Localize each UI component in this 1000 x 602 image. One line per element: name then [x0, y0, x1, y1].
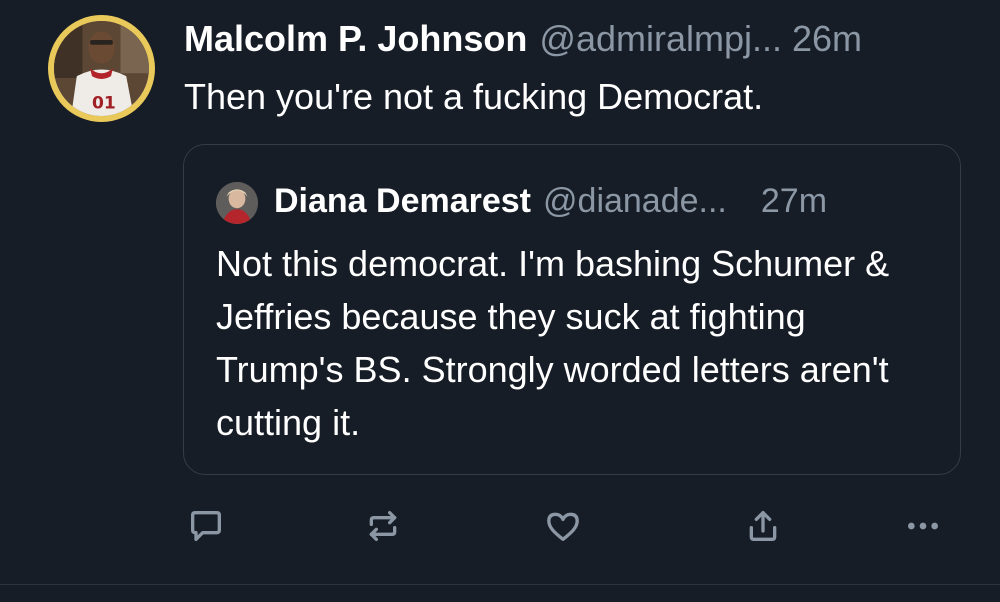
reply-button[interactable]: [180, 500, 232, 552]
quoted-author-avatar[interactable]: [216, 182, 258, 224]
reply-icon: [191, 510, 221, 541]
author-handle[interactable]: @admiralmpj...: [539, 16, 782, 62]
like-button[interactable]: [537, 500, 589, 552]
quoted-post[interactable]: Diana Demarest @dianade... 27m Not this …: [183, 144, 961, 475]
post-timestamp[interactable]: 26m: [792, 16, 862, 62]
quoted-post-timestamp[interactable]: 27m: [761, 180, 827, 222]
post[interactable]: 01 Malcolm P. Johnson @admiralmpj... 26m…: [0, 0, 1000, 602]
post-header: Malcolm P. Johnson @admiralmpj... 26m: [184, 16, 862, 62]
svg-text:01: 01: [92, 93, 116, 113]
quoted-author-name[interactable]: Diana Demarest: [274, 180, 531, 222]
more-button[interactable]: [897, 500, 949, 552]
quoted-author-handle[interactable]: @dianade...: [543, 180, 727, 222]
share-button[interactable]: [737, 500, 789, 552]
author-name[interactable]: Malcolm P. Johnson: [184, 16, 527, 62]
quoted-post-header: Diana Demarest @dianade... 27m: [274, 180, 827, 222]
quoted-post-text: Not this democrat. I'm bashing Schumer &…: [216, 243, 890, 443]
repost-icon: [369, 510, 397, 541]
repost-button[interactable]: [357, 500, 409, 552]
more-icon: [908, 522, 938, 530]
heart-icon: [547, 512, 579, 541]
post-actions: [0, 500, 1000, 556]
post-text: Then you're not a fucking Democrat.: [184, 76, 764, 117]
avatar-photo: 01: [54, 21, 149, 116]
divider: [0, 584, 1000, 585]
author-avatar[interactable]: 01: [48, 15, 155, 122]
share-icon: [749, 510, 777, 541]
